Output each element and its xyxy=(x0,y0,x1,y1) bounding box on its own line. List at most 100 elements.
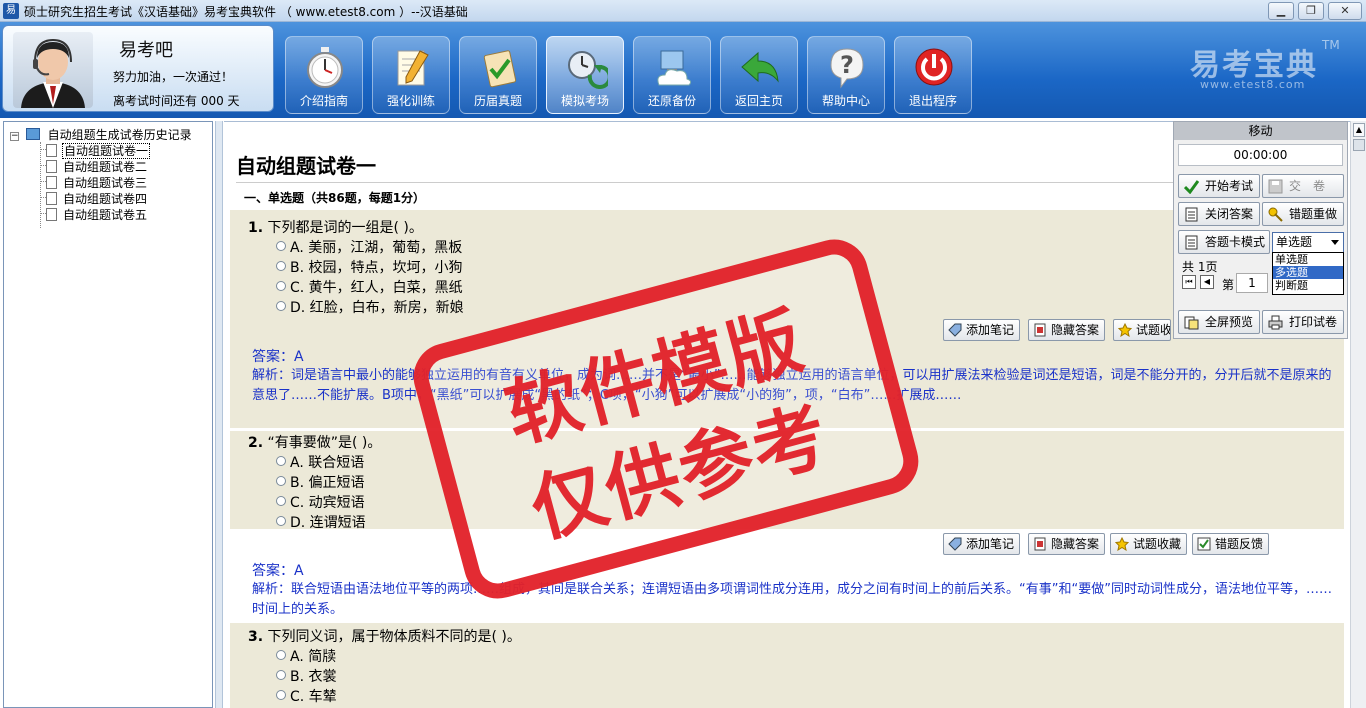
page-label: 第 xyxy=(1222,278,1235,292)
nav-label: 模拟考场 xyxy=(560,94,609,108)
radio-button[interactable] xyxy=(276,476,286,486)
dropdown-option[interactable]: 多选题 xyxy=(1273,266,1343,279)
document-list-icon xyxy=(1185,207,1198,222)
option-label: B. 校园，特点，坎坷，小狗 xyxy=(290,260,463,276)
maximize-button[interactable]: ❐ xyxy=(1298,2,1324,20)
nav-mock-exam-button[interactable]: 模拟考场 xyxy=(546,36,624,114)
nav-exit-program-button[interactable]: 退出程序 xyxy=(894,36,972,114)
button-label: 答题卡模式 xyxy=(1205,235,1266,249)
submit-paper-button[interactable]: 交 卷 xyxy=(1262,174,1344,198)
tree-item-paper-3[interactable]: 自动组题试卷三 xyxy=(46,174,148,191)
radio-button[interactable] xyxy=(276,650,286,660)
nav-help-center-button[interactable]: ? 帮助中心 xyxy=(807,36,885,114)
close-window-button[interactable]: ✕ xyxy=(1328,2,1362,20)
nav-past-exams-button[interactable]: 历届真题 xyxy=(459,36,537,114)
user-profile-card: 易考吧 努力加油，一次通过！ 离考试时间还有 000 天 xyxy=(2,25,274,112)
nav-intro-guide-button[interactable]: 介绍指南 xyxy=(285,36,363,114)
option-a[interactable]: A. 简牍 xyxy=(276,646,336,666)
option-label: A. 简牍 xyxy=(290,649,337,665)
dropdown-option[interactable]: 单选题 xyxy=(1273,253,1343,266)
dropdown-option[interactable]: 判断题 xyxy=(1273,279,1343,292)
tree-item-paper-4[interactable]: 自动组题试卷四 xyxy=(46,190,148,207)
question-stem: “有事要做”是( )。 xyxy=(267,435,382,451)
option-c[interactable]: C. 动宾短语 xyxy=(276,492,365,512)
radio-button[interactable] xyxy=(276,690,286,700)
option-label: C. 动宾短语 xyxy=(290,495,365,511)
option-b[interactable]: B. 偏正短语 xyxy=(276,472,365,492)
nav-intensive-training-button[interactable]: 强化训练 xyxy=(372,36,450,114)
hide-answer-button[interactable]: 隐藏答案 xyxy=(1028,533,1106,555)
option-d[interactable]: D. 连谓短语 xyxy=(276,512,366,532)
back-arrow-icon xyxy=(741,51,779,83)
option-label: A. 联合短语 xyxy=(290,455,365,471)
select-value: 单选题 xyxy=(1276,235,1313,249)
question-type-select[interactable]: 单选题 xyxy=(1272,232,1344,253)
panel-splitter[interactable] xyxy=(215,121,223,708)
collapse-toggle-icon[interactable]: − xyxy=(10,132,19,141)
checklist-icon xyxy=(483,50,517,88)
option-d[interactable]: D. 红脸，白布，新房，新娘 xyxy=(276,297,464,317)
page-number-input[interactable]: 1 xyxy=(1236,273,1268,293)
redo-wrong-button[interactable]: 错题重做 xyxy=(1262,202,1344,226)
tree-item-paper-5[interactable]: 自动组题试卷五 xyxy=(46,206,148,223)
tree-item-paper-1[interactable]: 自动组题试卷一 xyxy=(46,142,151,159)
radio-button[interactable] xyxy=(276,281,286,291)
nav-return-home-button[interactable]: 返回主页 xyxy=(720,36,798,114)
radio-button[interactable] xyxy=(276,516,286,526)
button-label: 添加笔记 xyxy=(966,323,1015,337)
tree-root[interactable]: − 自动组题生成试卷历史记录 xyxy=(10,126,192,143)
scroll-thumb[interactable] xyxy=(1353,139,1365,151)
nav-label: 介绍指南 xyxy=(299,94,348,108)
brand-trademark: TM xyxy=(1322,38,1340,52)
option-a[interactable]: A. 美丽，江湖，葡萄，黑板 xyxy=(276,237,462,257)
scroll-up-arrow-icon[interactable]: ▲ xyxy=(1353,123,1365,137)
panel-drag-header[interactable]: 移动 xyxy=(1174,122,1347,140)
nav-label: 退出程序 xyxy=(908,94,957,108)
close-answers-button[interactable]: 关闭答案 xyxy=(1178,202,1260,226)
add-note-button[interactable]: 添加笔记 xyxy=(943,533,1021,555)
option-label: D. 连谓短语 xyxy=(290,515,366,531)
option-label: D. 红脸，白布，新房，新娘 xyxy=(290,300,464,316)
print-paper-button[interactable]: 打印试卷 xyxy=(1262,310,1344,334)
radio-button[interactable] xyxy=(276,496,286,506)
option-b[interactable]: B. 校园，特点，坎坷，小狗 xyxy=(276,257,463,277)
minimize-button[interactable]: ▁ xyxy=(1268,2,1294,20)
explanation-text: 解析：联合短语由语法地位平等的两项……组成，其间是联合关系；连谓短语由多项谓词性… xyxy=(252,582,1332,617)
prev-page-button[interactable]: ◀ xyxy=(1200,275,1214,289)
first-page-button[interactable]: ⏮ xyxy=(1182,275,1196,289)
option-c[interactable]: C. 车辇 xyxy=(276,686,337,706)
option-label: C. 车辇 xyxy=(290,689,337,705)
explanation-text: 解析：词是语言中最小的能够独立运用的有音有义单位，成为词……并不是“最小”……能… xyxy=(252,368,1332,403)
start-exam-button[interactable]: 开始考试 xyxy=(1178,174,1260,198)
radio-button[interactable] xyxy=(276,261,286,271)
question-stem: 下列都是词的一组是( )。 xyxy=(267,220,423,236)
title-bar: 易 硕士研究生招生考试《汉语基础》易考宝典软件 （ www.etest8.com… xyxy=(0,0,1366,22)
answer-card-mode-button[interactable]: 答题卡模式 xyxy=(1178,230,1270,254)
option-c[interactable]: C. 黄牛，红人，白菜，黑纸 xyxy=(276,277,463,297)
hide-answer-button[interactable]: 隐藏答案 xyxy=(1028,319,1106,341)
favorite-button[interactable]: 试题收藏 xyxy=(1113,319,1171,341)
fullscreen-preview-button[interactable]: 全屏预览 xyxy=(1178,310,1260,334)
radio-button[interactable] xyxy=(276,670,286,680)
tree-item-paper-2[interactable]: 自动组题试卷二 xyxy=(46,158,148,175)
nav-restore-backup-button[interactable]: 还原备份 xyxy=(633,36,711,114)
radio-button[interactable] xyxy=(276,241,286,251)
tree-item-label: 自动组题试卷二 xyxy=(63,160,148,174)
pencil-note-icon xyxy=(397,50,429,86)
question-number: 2. xyxy=(248,435,264,451)
section-heading: 一、单选题（共86题，每题1分） xyxy=(244,191,426,205)
question-number: 1. xyxy=(248,220,264,236)
radio-button[interactable] xyxy=(276,301,286,311)
favorite-button[interactable]: 试题收藏 xyxy=(1110,533,1188,555)
radio-button[interactable] xyxy=(276,456,286,466)
option-b[interactable]: B. 衣裳 xyxy=(276,666,337,686)
avatar xyxy=(13,32,93,108)
exam-control-panel: 移动 00:00:00 开始考试 交 卷 关闭答案 错题重做 答题卡模式 单选题… xyxy=(1173,121,1348,339)
option-a[interactable]: A. 联合短语 xyxy=(276,452,364,472)
option-label: B. 偏正短语 xyxy=(290,475,365,491)
vertical-scrollbar[interactable]: ▲ xyxy=(1350,121,1366,708)
button-label: 隐藏答案 xyxy=(1051,323,1100,337)
report-error-button[interactable]: 错题反馈 xyxy=(1192,533,1270,555)
preview-icon xyxy=(1184,316,1199,330)
add-note-button[interactable]: 添加笔记 xyxy=(943,319,1021,341)
